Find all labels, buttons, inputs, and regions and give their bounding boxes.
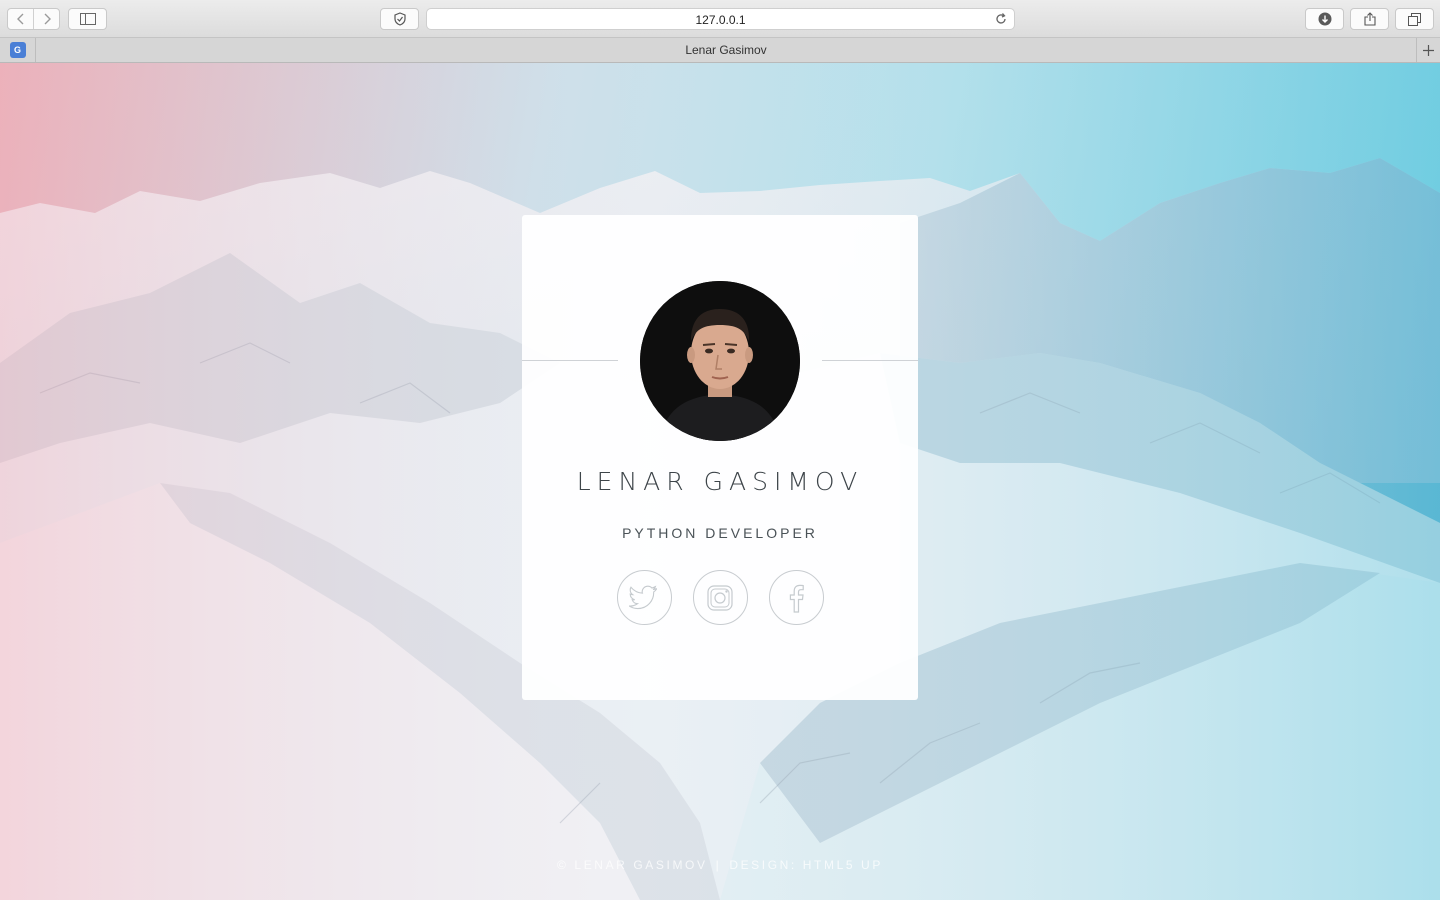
footer-separator: | — [715, 858, 722, 872]
forward-button[interactable] — [33, 9, 59, 29]
chevron-left-icon — [16, 13, 23, 25]
reload-icon[interactable] — [994, 12, 1008, 26]
avatar-portrait-image — [640, 281, 800, 441]
chevron-right-icon — [44, 13, 51, 25]
facebook-icon — [789, 584, 804, 613]
plus-icon — [1423, 44, 1434, 56]
share-icon — [1363, 12, 1376, 26]
profile-card: LENAR GASIMOV PYTHON DEVELOPER — [522, 215, 918, 700]
profile-name: LENAR GASIMOV — [576, 467, 864, 496]
divider-left — [522, 360, 618, 361]
address-bar[interactable]: 127.0.0.1 — [426, 8, 1015, 30]
share-button[interactable] — [1350, 8, 1389, 30]
history-nav — [7, 8, 60, 30]
footer-copyright: © LENAR GASIMOV — [557, 858, 708, 872]
profile-role: PYTHON DEVELOPER — [622, 525, 818, 541]
back-button[interactable] — [8, 9, 33, 29]
facebook-link[interactable] — [768, 570, 824, 625]
sidebar-toggle-button[interactable] — [68, 8, 107, 30]
page-viewport: LENAR GASIMOV PYTHON DEVELOPER © LENAR G… — [0, 63, 1440, 900]
browser-toolbar: 127.0.0.1 — [0, 0, 1440, 38]
tab-bar: G Lenar Gasimov — [0, 38, 1440, 63]
translate-extension-button[interactable]: G — [0, 38, 36, 62]
avatar — [640, 281, 800, 441]
tabs-icon — [1408, 12, 1421, 26]
page-footer: © LENAR GASIMOV | DESIGN: HTML5 UP — [0, 858, 1440, 872]
divider-right — [822, 360, 918, 361]
twitter-link[interactable] — [616, 570, 672, 625]
url-text: 127.0.0.1 — [695, 13, 746, 27]
twitter-icon — [629, 584, 658, 609]
shield-icon — [393, 12, 406, 26]
translate-icon: G — [9, 42, 26, 58]
tab-title[interactable]: Lenar Gasimov — [36, 43, 1416, 57]
instagram-icon — [707, 584, 733, 611]
download-icon — [1318, 12, 1331, 26]
sidebar-icon — [79, 13, 96, 25]
downloads-button[interactable] — [1305, 8, 1344, 30]
show-tabs-button[interactable] — [1395, 8, 1434, 30]
footer-credit-link[interactable]: DESIGN: HTML5 UP — [729, 858, 883, 872]
privacy-button[interactable] — [380, 8, 419, 30]
social-links — [522, 570, 918, 625]
new-tab-button[interactable] — [1416, 38, 1440, 62]
instagram-link[interactable] — [692, 570, 748, 625]
